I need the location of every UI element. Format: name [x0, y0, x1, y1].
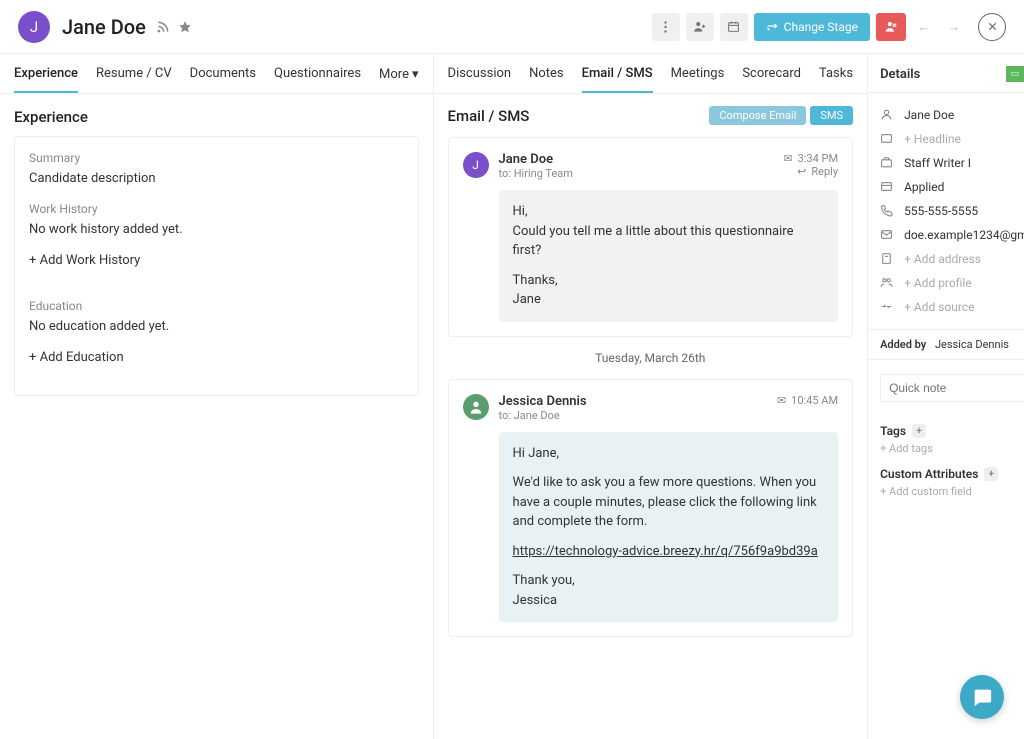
- experience-panel: Summary Candidate description Work Histo…: [14, 136, 419, 396]
- thread: J Jane Doe to: Hiring Team ✉ 3:34 PM ↩ R…: [434, 137, 868, 651]
- msg-avatar: [463, 394, 489, 420]
- briefcase-icon: [880, 156, 894, 170]
- details-title: Details: [880, 67, 920, 82]
- envelope-icon: ✉: [777, 394, 786, 407]
- summary-text: Candidate description: [29, 171, 404, 186]
- user-button[interactable]: [686, 13, 714, 41]
- added-by-value: Jessica Dennis: [935, 338, 1009, 351]
- compose-email-button[interactable]: Compose Email: [709, 106, 806, 125]
- experience-title: Experience: [0, 94, 433, 136]
- tab-email-sms[interactable]: Email / SMS: [582, 66, 653, 93]
- envelope-icon: ✉: [783, 152, 792, 165]
- message: J Jane Doe to: Hiring Team ✉ 3:34 PM ↩ R…: [448, 137, 854, 337]
- add-address-link[interactable]: + Add address: [904, 252, 981, 266]
- chat-bubble[interactable]: [960, 675, 1004, 719]
- more-button[interactable]: [652, 13, 680, 41]
- add-education-link[interactable]: + Add Education: [29, 350, 404, 365]
- candidate-name: Jane Doe: [62, 15, 146, 39]
- date-divider: Tuesday, March 26th: [448, 351, 854, 365]
- summary-label: Summary: [29, 151, 404, 165]
- close-button[interactable]: [978, 13, 1006, 41]
- next-button[interactable]: →: [942, 15, 966, 39]
- source-icon: [880, 300, 894, 314]
- candidate-avatar: J: [18, 11, 50, 43]
- msg-avatar: J: [463, 152, 489, 178]
- mid-title: Email / SMS: [448, 107, 530, 125]
- custom-attrs-title: Custom Attributes: [880, 467, 978, 481]
- msg-from: Jane Doe: [499, 152, 573, 167]
- tab-tasks[interactable]: Tasks: [819, 66, 853, 93]
- msg-time: 3:34 PM: [798, 152, 838, 165]
- left-column: Experience Resume / CV Documents Questio…: [0, 54, 434, 739]
- prev-button[interactable]: ←: [912, 15, 936, 39]
- msg-body: Hi Jane, We'd like to ask you a few more…: [499, 432, 839, 623]
- details-list: Jane Doe + Headline Staff Writer I Appli…: [868, 93, 1024, 330]
- quick-note[interactable]: 🔒: [880, 374, 1024, 402]
- work-history-label: Work History: [29, 202, 404, 216]
- tab-documents[interactable]: Documents: [190, 66, 256, 93]
- header: J Jane Doe Change Stage ← →: [0, 0, 1024, 54]
- calendar-button[interactable]: [720, 13, 748, 41]
- phone-icon: [880, 204, 894, 218]
- tab-scorecard[interactable]: Scorecard: [742, 66, 801, 93]
- mid-tabs: Discussion Notes Email / SMS Meetings Sc…: [434, 54, 868, 94]
- rss-icon[interactable]: [156, 20, 170, 34]
- tab-resume[interactable]: Resume / CV: [96, 66, 172, 93]
- quick-note-input[interactable]: [889, 381, 1024, 395]
- detail-phone: 555-555-5555: [904, 204, 978, 218]
- msg-body: Hi,Could you tell me a little about this…: [499, 190, 839, 322]
- id-icon: [880, 132, 894, 146]
- middle-column: Discussion Notes Email / SMS Meetings Sc…: [434, 54, 869, 739]
- disqualify-button[interactable]: [876, 13, 906, 41]
- left-tabs: Experience Resume / CV Documents Questio…: [0, 54, 433, 94]
- email-icon: [880, 228, 894, 242]
- detail-email: doe.example1234@gmail.com: [904, 228, 1024, 242]
- add-tags-link[interactable]: + Add tags: [880, 442, 1024, 455]
- sms-button[interactable]: SMS: [810, 106, 853, 125]
- tab-more[interactable]: More▾: [379, 66, 418, 93]
- msg-to: to: Hiring Team: [499, 167, 573, 180]
- add-profile-link[interactable]: + Add profile: [904, 276, 972, 290]
- tab-discussion[interactable]: Discussion: [448, 66, 512, 93]
- message: Jessica Dennis to: Jane Doe ✉ 10:45 AM H…: [448, 379, 854, 638]
- add-work-history-link[interactable]: + Add Work History: [29, 253, 404, 268]
- work-history-text: No work history added yet.: [29, 222, 404, 237]
- reply-link[interactable]: ↩ Reply: [783, 165, 838, 178]
- view-toggle-card[interactable]: ▭: [1006, 66, 1024, 82]
- add-source-link[interactable]: + Add source: [904, 300, 974, 314]
- tags-title: Tags: [880, 424, 906, 438]
- msg-time: 10:45 AM: [791, 394, 838, 407]
- chevron-down-icon: ▾: [412, 67, 419, 82]
- person-icon: [880, 108, 894, 122]
- profile-icon: [880, 276, 894, 290]
- tab-questionnaires[interactable]: Questionnaires: [274, 66, 361, 93]
- change-stage-label: Change Stage: [784, 20, 858, 34]
- add-tag-button[interactable]: +: [912, 424, 926, 438]
- added-by: Added by Jessica Dennis: [868, 330, 1024, 360]
- tab-notes[interactable]: Notes: [529, 66, 564, 93]
- status-icon: [880, 180, 894, 194]
- right-column: Details ▭ ▢ Jane Doe + Headline Staff Wr…: [868, 54, 1024, 739]
- tab-experience[interactable]: Experience: [14, 66, 78, 93]
- reply-icon: ↩: [797, 165, 806, 178]
- msg-from: Jessica Dennis: [499, 394, 587, 409]
- change-stage-button[interactable]: Change Stage: [754, 13, 870, 41]
- add-custom-button[interactable]: +: [984, 467, 998, 481]
- tab-meetings[interactable]: Meetings: [671, 66, 725, 93]
- detail-name: Jane Doe: [904, 108, 954, 122]
- detail-status: Applied: [904, 180, 944, 194]
- education-label: Education: [29, 299, 404, 313]
- msg-to: to: Jane Doe: [499, 409, 587, 422]
- add-custom-field-link[interactable]: + Add custom field: [880, 485, 1024, 498]
- add-headline-link[interactable]: + Headline: [904, 132, 961, 146]
- address-icon: [880, 252, 894, 266]
- detail-position: Staff Writer I: [904, 156, 971, 170]
- star-icon[interactable]: [178, 20, 192, 34]
- questionnaire-link[interactable]: https://technology-advice.breezy.hr/q/75…: [513, 544, 818, 559]
- education-text: No education added yet.: [29, 319, 404, 334]
